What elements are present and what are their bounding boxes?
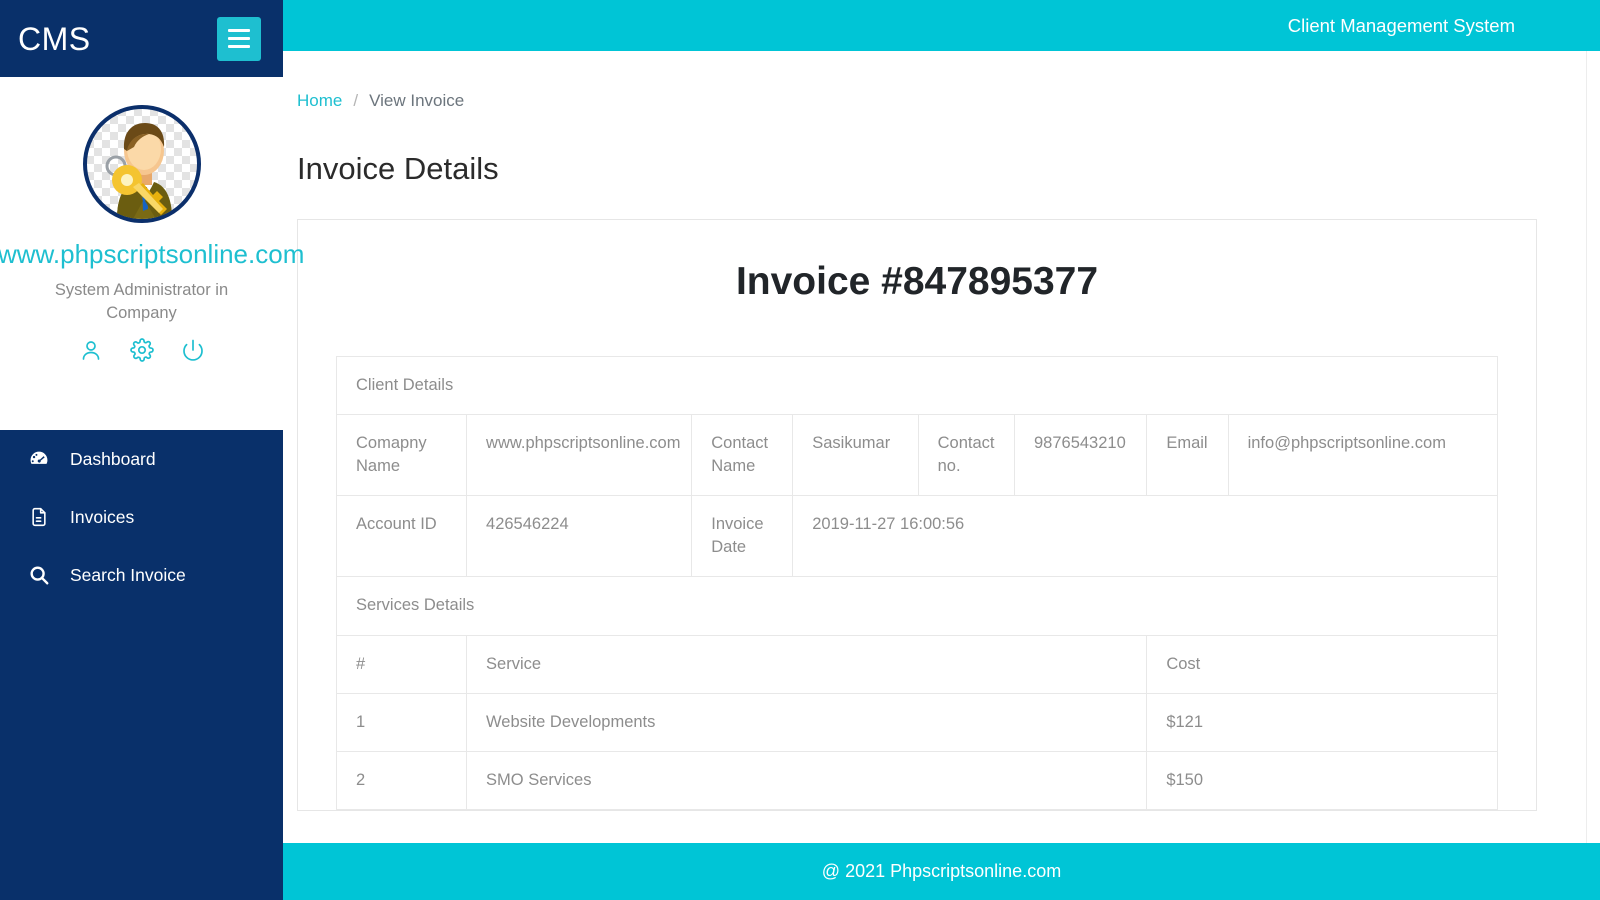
file-icon [26, 506, 52, 528]
column-header-service: Service [466, 634, 1148, 694]
field-label: Contact Name [691, 414, 794, 497]
table-row: 2 SMO Services $150 [335, 750, 1498, 810]
service-name: Website Developments [466, 692, 1148, 752]
service-cost: $121 [1146, 692, 1498, 752]
field-value: info@phpscriptsonline.com [1227, 414, 1499, 497]
sidebar-header: CMS [0, 0, 283, 77]
brand-logo: CMS [18, 20, 91, 57]
table-row: Client Details [336, 355, 1498, 416]
client-details-section-title: Client Details [336, 355, 1498, 416]
user-icon[interactable] [79, 338, 103, 362]
dashboard-icon [26, 448, 52, 470]
invoice-table: Client Details Comapny Name www.phpscrip… [335, 355, 1499, 810]
profile-role: System Administrator in Company [54, 280, 229, 322]
profile-url[interactable]: www.phpscriptsonline.com [0, 239, 304, 270]
table-row: Account ID 426546224 Invoice Date 2019-1… [335, 495, 1498, 578]
profile-actions [0, 338, 283, 363]
field-label: Contact no. [917, 414, 1015, 497]
profile-panel: www.phpscriptsonline.com System Administ… [0, 77, 304, 430]
column-header-index: # [335, 634, 468, 694]
field-value: 2019-11-27 16:00:56 [792, 495, 1498, 578]
main-content: Home / View Invoice Invoice Details Invo… [283, 51, 1586, 900]
hamburger-bar [228, 29, 250, 32]
sidebar-item-label: Invoices [70, 506, 135, 527]
breadcrumb-home[interactable]: Home [297, 91, 342, 111]
invoice-number-heading: Invoice #847895377 [735, 260, 1099, 303]
table-header-row: # Service Cost [335, 634, 1498, 694]
sidebar-item-dashboard[interactable]: Dashboard [0, 430, 283, 488]
field-value: 426546224 [466, 495, 693, 578]
service-index: 1 [335, 692, 468, 752]
invoice-card: Invoice #847895377 Client Details Comapn… [297, 219, 1537, 811]
hamburger-icon[interactable] [217, 16, 261, 61]
page-title: Invoice Details [297, 151, 499, 186]
power-icon[interactable] [181, 338, 205, 362]
topbar: Client Management System [283, 0, 1600, 51]
breadcrumb: Home / View Invoice [297, 91, 1536, 111]
hamburger-bar [228, 45, 250, 48]
vertical-scrollbar[interactable] [1586, 51, 1600, 843]
topbar-title: Client Management System [1287, 14, 1515, 36]
field-label: Invoice Date [691, 495, 794, 578]
sidebar-item-label: Dashboard [70, 448, 156, 469]
footer: @ 2021 Phpscriptsonline.com [283, 843, 1600, 900]
breadcrumb-separator: / [353, 91, 359, 110]
breadcrumb-current: View Invoice [369, 91, 465, 110]
hamburger-bar [228, 37, 250, 40]
field-value: www.phpscriptsonline.com [466, 414, 693, 497]
sidebar-item-label: Search Invoice [70, 564, 186, 585]
table-row: Services Details [336, 576, 1498, 636]
footer-text: @ 2021 Phpscriptsonline.com [821, 861, 1062, 881]
avatar [82, 105, 201, 223]
sidebar-nav: Dashboard Invoices Search Invoice [0, 430, 283, 604]
field-value: 9876543210 [1013, 414, 1148, 497]
services-details-section-title: Services Details [336, 576, 1498, 636]
service-name: SMO Services [466, 750, 1148, 810]
table-row: Comapny Name www.phpscriptsonline.com Co… [335, 414, 1499, 497]
search-icon [26, 564, 52, 586]
table-row: 1 Website Developments $121 [335, 692, 1498, 752]
sidebar: CMS www.phpscriptsonline.com System Admi… [0, 0, 304, 900]
application-root: CMS www.phpscriptsonline.com System Admi… [0, 0, 1600, 900]
field-label: Email [1146, 414, 1229, 497]
service-cost: $150 [1146, 750, 1498, 810]
column-header-cost: Cost [1146, 634, 1498, 694]
field-label: Comapny Name [335, 414, 468, 497]
field-label: Account ID [335, 495, 468, 578]
avatar-illustration [105, 123, 172, 219]
sidebar-item-search-invoice[interactable]: Search Invoice [0, 546, 283, 604]
service-index: 2 [335, 750, 468, 810]
gear-icon[interactable] [129, 338, 154, 363]
sidebar-item-invoices[interactable]: Invoices [0, 488, 283, 546]
field-value: Sasikumar [792, 414, 919, 497]
